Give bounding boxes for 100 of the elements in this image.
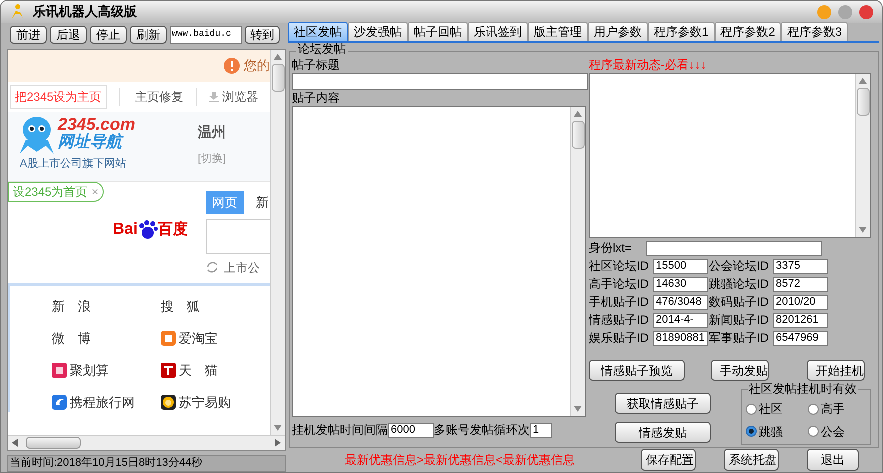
action-button[interactable]: 手动发贴 [711, 360, 769, 381]
nav-button[interactable]: 前进 [10, 26, 47, 44]
scroll-down-icon[interactable] [574, 406, 582, 412]
radio-button[interactable] [808, 426, 819, 437]
id-label: 军事贴子ID [709, 330, 770, 347]
tab[interactable]: 程序参数2 [714, 22, 782, 41]
shop-icon [52, 363, 67, 378]
action-button[interactable]: 情感贴子预览 [589, 360, 685, 381]
tab[interactable]: 沙发强帖 [348, 22, 408, 41]
site-link[interactable]: 微 博 [52, 329, 91, 349]
search-tab[interactable]: 新 [250, 190, 270, 214]
radio-option[interactable]: 高手 [808, 400, 870, 418]
tab[interactable]: 版主管理 [528, 22, 588, 41]
scroll-right-icon[interactable] [275, 439, 281, 447]
radio-option[interactable]: 社区 [746, 400, 808, 418]
action-button[interactable]: 开始挂机 [807, 360, 865, 381]
content-field[interactable] [292, 106, 586, 417]
logo-title: 网址导航 [58, 134, 125, 151]
id-label: 手机贴子ID [589, 294, 650, 311]
scroll-up-icon[interactable] [859, 78, 867, 84]
status-bar: 当前时间:2018年10月15日8时13分44秒 [7, 455, 286, 472]
set-homepage-link[interactable]: 把2345设为主页 [10, 84, 107, 109]
warning-icon [224, 58, 240, 74]
id-field[interactable]: 8201261 [773, 312, 828, 328]
radio-button[interactable] [746, 404, 757, 414]
identity-label: 身份lxt= [589, 240, 634, 257]
title-field[interactable] [292, 73, 588, 90]
go-button[interactable]: 转到 [245, 26, 280, 44]
identity-field[interactable] [646, 240, 822, 256]
site-link[interactable]: 搜 狐 [161, 297, 200, 317]
interval-field[interactable]: 6000 [388, 422, 434, 438]
scroll-left-icon[interactable] [12, 439, 18, 447]
footer-button[interactable]: 保存配置 [641, 449, 696, 471]
footer-button[interactable]: 退出 [807, 449, 860, 471]
content-label: 贴子内容 [292, 91, 341, 106]
close-button[interactable] [859, 4, 874, 20]
scroll-thumb[interactable] [272, 64, 284, 92]
id-label: 娱乐贴子ID [589, 330, 650, 347]
tab[interactable]: 乐讯签到 [468, 22, 528, 41]
dolphin-icon [52, 395, 67, 410]
id-field[interactable]: 8572 [773, 276, 828, 292]
id-field[interactable]: 3375 [773, 258, 828, 274]
action-button[interactable]: 获取情感贴子 [615, 393, 711, 414]
id-field[interactable]: 2014-4- [653, 312, 708, 328]
browser-link[interactable]: 浏览器 [196, 88, 259, 106]
interval-label: 挂机发帖时间间隔 [292, 422, 388, 439]
paw-icon [138, 220, 158, 240]
tab[interactable]: 程序参数3 [781, 22, 848, 41]
url-field[interactable]: www.baidu.c [170, 26, 242, 44]
radio-option[interactable]: 公会 [808, 422, 870, 440]
tab[interactable]: 用户参数 [588, 22, 648, 41]
minimize-button[interactable] [817, 4, 832, 20]
id-label: 新闻贴子ID [709, 312, 770, 329]
tab[interactable]: 程序参数1 [648, 22, 715, 41]
footer-button[interactable]: 系统托盘 [724, 449, 780, 471]
scrollbar[interactable] [855, 74, 870, 237]
id-field[interactable]: 6547969 [773, 330, 828, 346]
site-link[interactable]: 聚划算 [70, 361, 109, 381]
id-field[interactable]: 2010/20 [773, 294, 828, 310]
scroll-thumb[interactable] [572, 121, 584, 149]
scroll-thumb[interactable] [856, 88, 870, 116]
window-title: 乐讯机器人高级版 [33, 3, 137, 22]
brand-name: 2345.com [58, 116, 136, 133]
scroll-thumb[interactable] [26, 437, 81, 449]
horizontal-scrollbar[interactable] [8, 435, 285, 450]
group-title: 论坛发帖 [296, 43, 348, 55]
id-label: 公会论坛ID [709, 258, 770, 275]
maximize-button[interactable] [838, 4, 853, 20]
tab[interactable]: 帖子回帖 [408, 22, 468, 41]
radio-button[interactable] [746, 426, 757, 437]
scrollbar[interactable] [270, 50, 285, 435]
news-box[interactable] [589, 73, 871, 238]
site-link[interactable]: 新 浪 [52, 297, 91, 317]
loop-field[interactable]: 1 [530, 422, 552, 438]
id-field[interactable]: 81890881 [653, 330, 708, 346]
nav-button[interactable]: 刷新 [130, 26, 167, 44]
scroll-down-icon[interactable] [274, 425, 282, 431]
tag-label: 设2345为首页 [13, 184, 88, 201]
repair-link[interactable]: 主页修复 [118, 88, 196, 106]
site-link[interactable]: 爱淘宝 [179, 329, 218, 349]
tab[interactable]: 社区发帖 [288, 22, 348, 41]
news-label: 程序最新动态-必看↓↓↓ [589, 58, 708, 73]
refresh-icon[interactable] [206, 261, 219, 274]
nav-button[interactable]: 停止 [90, 26, 127, 44]
scrollbar[interactable] [570, 107, 585, 416]
radio-button[interactable] [808, 404, 819, 414]
action-button[interactable]: 情感发贴 [615, 422, 711, 443]
id-field[interactable]: 476/3048 [653, 294, 708, 310]
scroll-up-icon[interactable] [274, 54, 282, 60]
scroll-down-icon[interactable] [859, 227, 867, 233]
id-label: 社区论坛ID [589, 258, 650, 275]
shop-icon [161, 331, 176, 346]
id-field[interactable]: 15500 [653, 258, 708, 274]
site-link[interactable]: 苏宁易购 [179, 393, 231, 413]
radio-option[interactable]: 跳骚 [746, 422, 808, 440]
scroll-up-icon[interactable] [574, 111, 582, 117]
id-field[interactable]: 14630 [653, 276, 708, 292]
site-link[interactable]: 天 猫 [179, 361, 218, 381]
site-link[interactable]: 携程旅行网 [70, 393, 135, 413]
nav-button[interactable]: 后退 [50, 26, 87, 44]
